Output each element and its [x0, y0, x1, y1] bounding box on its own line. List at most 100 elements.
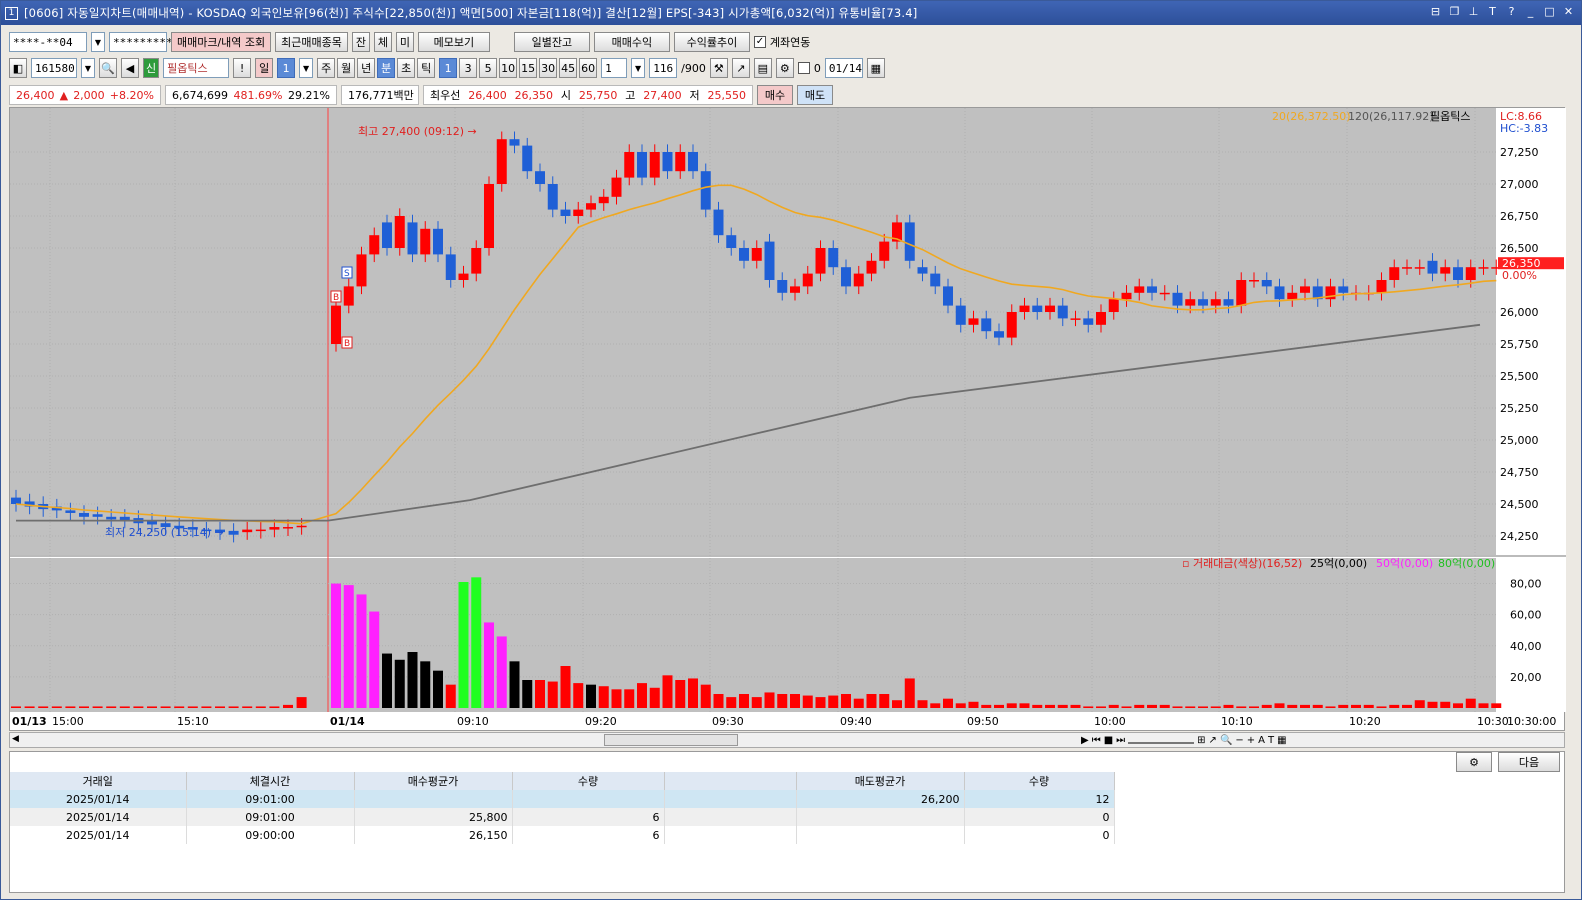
interval-button-5[interactable]: 5 — [479, 58, 498, 78]
gear-icon[interactable]: ⚙ — [775, 58, 794, 78]
interval-input[interactable]: 1 — [601, 58, 628, 78]
scroll-left-icon[interactable]: ◀ — [12, 734, 22, 746]
executed-button[interactable]: 체 — [373, 32, 392, 52]
sound-icon[interactable]: ◀ — [121, 58, 139, 78]
interval-dropdown[interactable]: ▼ — [631, 58, 646, 78]
text-icon[interactable]: A — [1258, 735, 1265, 746]
draw-tool-icon[interactable]: ↗ — [731, 58, 750, 78]
interval-button-3[interactable]: 3 — [459, 58, 478, 78]
col-header[interactable]: 수량 — [964, 772, 1115, 790]
font-icon[interactable]: T — [1486, 5, 1499, 19]
next-button[interactable]: 다음 — [1498, 752, 1560, 772]
stock-name-field[interactable]: 필옵틱스 — [163, 58, 230, 78]
trade-profit-button[interactable]: 매매수익 — [593, 32, 670, 52]
alert-icon[interactable]: ! — [233, 58, 252, 78]
return-trend-button[interactable]: 수익률추이 — [673, 32, 750, 52]
candle-body — [981, 318, 992, 332]
link-checkbox[interactable]: ✓ — [753, 36, 766, 48]
daily-balance-button[interactable]: 일별잔고 — [513, 32, 590, 52]
interval-button-10[interactable]: 10 — [499, 58, 518, 78]
period-button-1[interactable]: 월 — [337, 58, 356, 78]
period-button-3[interactable]: 분 — [377, 58, 396, 78]
panel-icon[interactable]: ◧ — [9, 58, 27, 78]
account-dropdown[interactable]: ▼ — [91, 32, 105, 52]
price-tick: 25,750 — [1500, 338, 1539, 351]
help-icon[interactable]: ? — [1505, 5, 1518, 19]
minimize-icon[interactable]: _ — [1524, 5, 1537, 19]
price-tick: 26,500 — [1500, 242, 1539, 255]
zoom-in-icon[interactable]: 🔍 — [1220, 735, 1232, 746]
volume-bar — [496, 636, 507, 708]
balance-button[interactable]: 잔 — [351, 32, 370, 52]
scroll-right-icon[interactable]: ▶ — [1081, 735, 1089, 746]
table-cell: 25,800 — [354, 808, 513, 826]
grid-icon[interactable]: ▦ — [1277, 735, 1286, 746]
layout-icon[interactable]: ⊟ — [1429, 5, 1442, 19]
maximize-icon[interactable]: □ — [1543, 5, 1556, 19]
stop-icon[interactable]: ■ — [1104, 735, 1113, 746]
col-header[interactable]: 매도평균가 — [796, 772, 965, 790]
period-button-2[interactable]: 년 — [357, 58, 376, 78]
markers-query-button[interactable]: 매매마크/내역 조회 — [171, 32, 272, 52]
zoom-slider[interactable] — [1128, 736, 1195, 744]
crosshair-icon[interactable]: ⊞ — [1197, 735, 1205, 746]
unexecuted-button[interactable]: 미 — [395, 32, 414, 52]
scroll-thumb[interactable] — [604, 734, 738, 746]
col-header[interactable] — [664, 772, 797, 790]
interval-button-1[interactable]: 1 — [439, 58, 458, 78]
buy-button[interactable]: 매수 — [757, 85, 793, 105]
volume-bar — [1108, 704, 1119, 708]
table-row[interactable]: 2025/01/14 09:00:00 26,150 6 0 — [10, 826, 1115, 844]
period-button-5[interactable]: 틱 — [417, 58, 436, 78]
vol-legend-4: 80억(0,00) — [1438, 557, 1495, 570]
candlestick-chart[interactable]: 27,250 27,000 26,750 26,500 26,000 25,750 25,5… — [10, 108, 1566, 732]
settings-icon[interactable]: ⚙ — [1456, 752, 1492, 772]
interval-button-60[interactable]: 60 — [579, 58, 598, 78]
date-input[interactable]: 01/14 — [824, 58, 863, 78]
period-day-button[interactable]: 일 — [255, 58, 274, 78]
interval-button-15[interactable]: 15 — [519, 58, 538, 78]
col-header[interactable]: 체결시간 — [186, 772, 355, 790]
last-icon[interactable]: ⏭ — [1116, 735, 1125, 746]
table-row[interactable]: 2025/01/14 09:01:00 25,800 6 0 — [10, 808, 1115, 826]
code-dropdown[interactable]: ▼ — [81, 58, 95, 78]
period-button-4[interactable]: 초 — [397, 58, 416, 78]
chart-area[interactable]: 27,250 27,000 26,750 26,500 26,000 25,750 25,5… — [9, 107, 1566, 732]
table-cell — [664, 808, 797, 826]
chart-scrollbar[interactable]: ◀ — [9, 732, 1565, 748]
pin-icon[interactable]: ⊥ — [1467, 5, 1480, 19]
search-icon[interactable]: 🔍 — [99, 58, 117, 78]
code-input[interactable]: 161580 — [31, 58, 77, 78]
recent-trades-button[interactable]: 최근매매종목 — [275, 32, 348, 52]
candle-body — [1019, 305, 1030, 312]
interval-button-45[interactable]: 45 — [559, 58, 578, 78]
copy-icon[interactable]: ❐ — [1448, 5, 1461, 19]
table-row[interactable]: 2025/01/14 09:01:00 26,200 12 — [10, 790, 1115, 808]
minus-icon[interactable]: − — [1235, 735, 1243, 746]
period-dropdown[interactable]: ▼ — [299, 58, 314, 78]
col-header[interactable]: 수량 — [512, 772, 665, 790]
candle-body — [662, 152, 673, 172]
plus-icon[interactable]: + — [1247, 735, 1255, 746]
candle-body — [1274, 286, 1285, 300]
period-number[interactable]: 1 — [277, 58, 296, 78]
account-input[interactable]: ****-**04 — [9, 32, 87, 52]
calendar-icon[interactable]: ▦ — [866, 58, 885, 78]
password-input[interactable]: ********* — [109, 32, 173, 52]
chart-settings-icon[interactable]: ⚒ — [709, 58, 728, 78]
col-header[interactable]: 매수평균가 — [354, 772, 513, 790]
table-cell: 09:01:00 — [186, 790, 355, 808]
save-icon[interactable]: ▤ — [753, 58, 772, 78]
count-input[interactable]: 116 — [649, 58, 678, 78]
close-icon[interactable]: ✕ — [1562, 5, 1575, 19]
memo-button[interactable]: 메모보기 — [417, 32, 490, 52]
date-checkbox[interactable] — [797, 62, 810, 74]
col-header[interactable]: 거래일 — [10, 772, 187, 790]
text-tool-icon[interactable]: T — [1268, 735, 1274, 746]
trendline-icon[interactable]: ↗ — [1209, 735, 1217, 746]
candle-body — [586, 203, 596, 210]
first-icon[interactable]: ⏮ — [1092, 735, 1101, 746]
sell-button[interactable]: 매도 — [797, 85, 833, 105]
interval-button-30[interactable]: 30 — [539, 58, 558, 78]
period-button-0[interactable]: 주 — [317, 58, 336, 78]
